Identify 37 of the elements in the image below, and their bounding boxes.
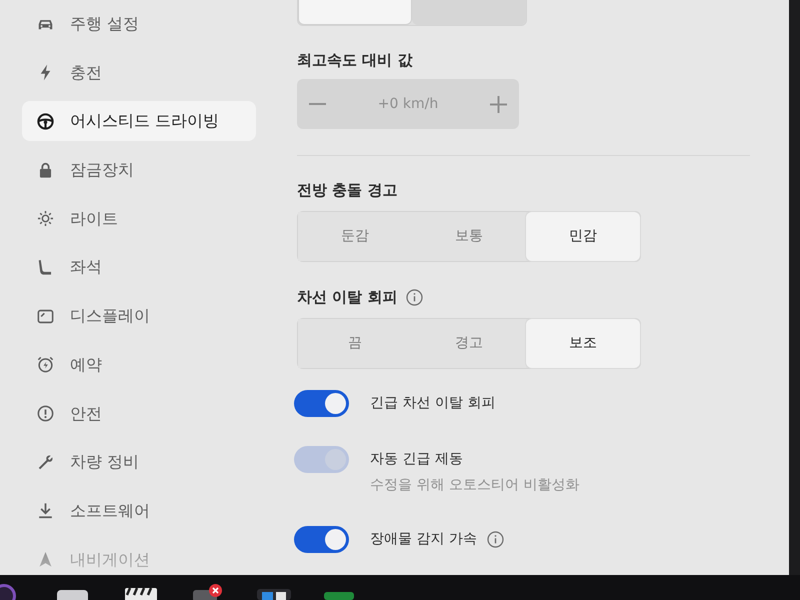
tile-app-icon[interactable]	[324, 592, 354, 600]
sidebar-item[interactable]: 라이트	[22, 198, 256, 239]
sidebar-item[interactable]: 충전	[22, 52, 256, 93]
steering-wheel-icon	[36, 112, 55, 131]
toggle-label: 장애물 감지 가속	[370, 530, 477, 549]
sidebar-item[interactable]: 안전	[22, 394, 256, 434]
setting-label: 전방 충돌 경고	[297, 180, 398, 200]
toggle-description: 수정을 위해 오토스티어 비활성화	[370, 476, 580, 495]
sun-icon	[36, 209, 55, 228]
sidebar-item[interactable]: 잠금장치	[22, 150, 256, 190]
sidebar-item[interactable]: 디스플레이	[22, 296, 256, 336]
minus-icon	[309, 103, 326, 105]
sidebar-item[interactable]: 차량 정비	[22, 442, 256, 482]
segment-option[interactable]: 민감	[526, 212, 640, 261]
alarm-clock-icon	[36, 355, 55, 374]
toggle-switch[interactable]	[294, 390, 349, 417]
error-badge-icon	[209, 584, 222, 597]
toggle-label: 긴급 차선 이탈 회피	[370, 394, 496, 413]
toggle-label: 자동 긴급 제동	[370, 450, 463, 469]
wrench-icon	[36, 452, 55, 472]
setting-label: 최고속도 대비 값	[297, 50, 412, 70]
alert-circle-icon	[36, 404, 55, 423]
speed-offset-value: +0 km/h	[378, 94, 438, 114]
sidebar-item[interactable]: 소프트웨어	[22, 490, 256, 531]
setting-label: 차선 이탈 회피	[297, 287, 398, 307]
sidebar-item[interactable]: 어시스티드 드라이빙	[22, 101, 256, 142]
clapperboard-icon[interactable]	[125, 588, 157, 600]
plus-icon	[490, 96, 507, 112]
info-icon[interactable]	[406, 288, 424, 306]
download-icon	[36, 501, 55, 520]
sidebar-item[interactable]: 좌석	[22, 247, 256, 288]
segment-option[interactable]: 보조	[526, 319, 640, 368]
toggle-switch[interactable]	[294, 526, 349, 553]
info-icon[interactable]	[486, 531, 504, 548]
sidebar-item[interactable]: 주행 설정	[22, 4, 256, 44]
sidebar-item[interactable]: 예약	[22, 344, 256, 385]
split-tile-icon[interactable]	[257, 589, 291, 600]
